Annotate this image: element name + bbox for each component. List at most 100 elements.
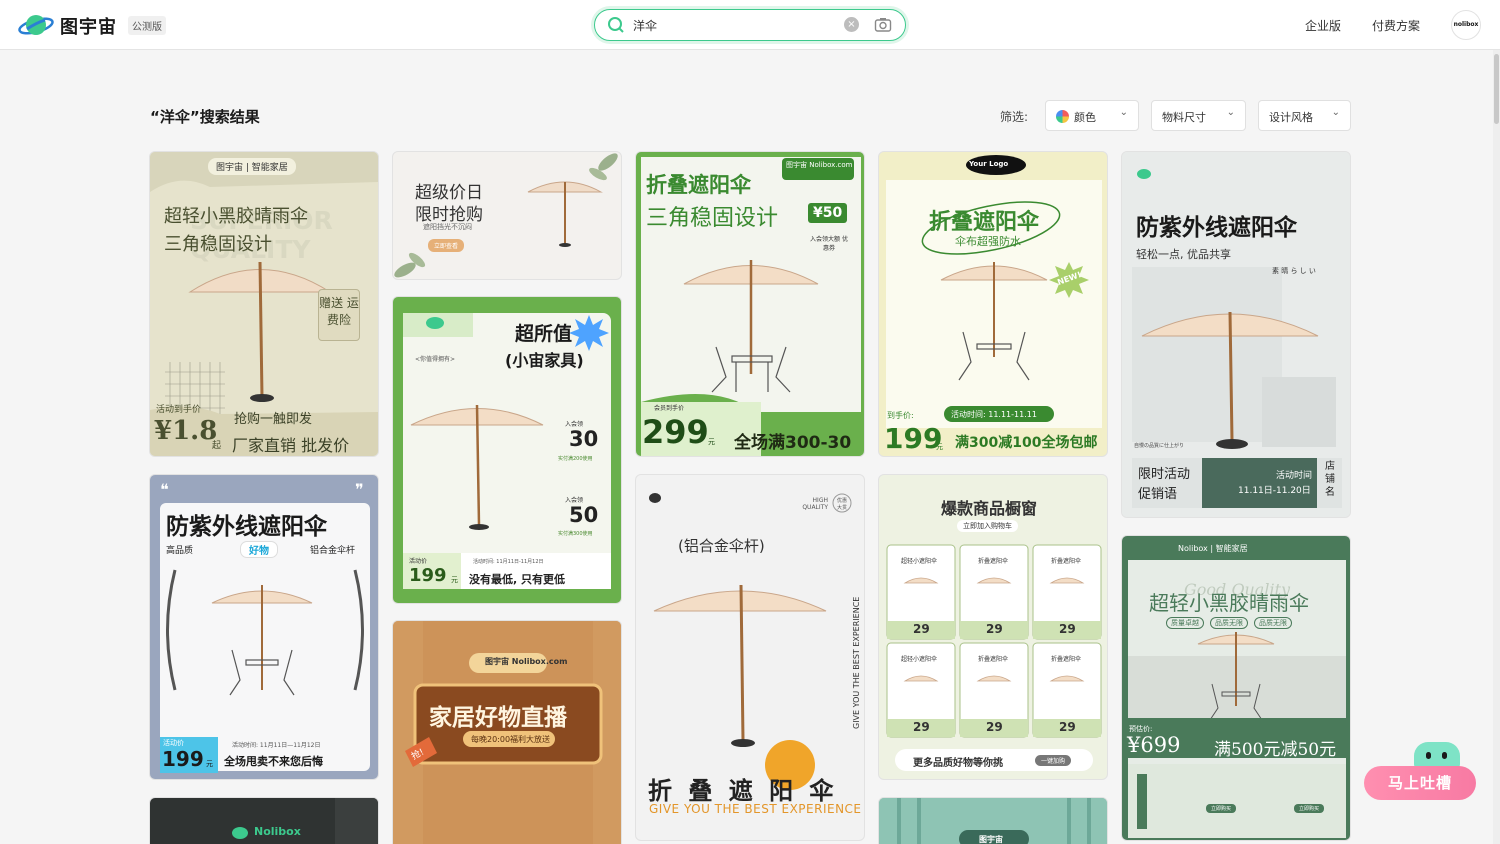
search-icon	[608, 17, 624, 33]
price: 199	[162, 747, 204, 771]
product-name: 超轻小遮阳伞	[901, 656, 938, 663]
search-input[interactable]	[633, 15, 833, 35]
price-label: 会员到手价	[654, 405, 685, 412]
slogan: 没有最低, 只有更低	[469, 573, 566, 586]
card-title: 折叠遮阳伞	[646, 173, 751, 197]
brand-name[interactable]: 图宇宙	[60, 13, 117, 39]
size-filter-label: 物料尺寸	[1162, 111, 1206, 124]
template-card[interactable]: 超级价日 限时抢购 遮阳挡光不沉闷 立即查看	[392, 151, 622, 280]
price: 199	[884, 422, 943, 455]
brand-badge: Nolibox | 智能家居	[1178, 544, 1248, 553]
feature-pill: 好物	[240, 541, 278, 558]
time-range: 活动时间: 11月11日—11月12日	[232, 742, 321, 749]
brand-badge: 图宇宙 | 智能家居	[208, 158, 296, 175]
scrollbar-thumb[interactable]	[1494, 54, 1499, 124]
price-label: 活动价	[409, 558, 428, 565]
time-range: 活动时间: 11月11日-11月12日	[473, 559, 544, 565]
template-card[interactable]: HIGH QUALITY 优惠 大贯 (铝合金伞杆) GIVE YOU THE …	[635, 474, 865, 841]
buy-button: 立即购买	[1206, 804, 1237, 813]
coupon-note: 实付满200使用	[558, 456, 593, 462]
product-price: 29	[913, 622, 930, 636]
card-caption: GIVE YOU THE BEST EXPERIENCE	[649, 802, 862, 816]
size-filter[interactable]: 物料尺寸 ⌄	[1151, 100, 1246, 131]
card-subtitle: (铝合金伞杆)	[678, 537, 765, 555]
price-unit: 元	[936, 443, 943, 451]
card-subtitle: 三角稳固设计	[646, 206, 779, 231]
time-label: 活动时间	[1276, 471, 1313, 481]
slogan: 全场甩卖不来您后悔	[224, 755, 323, 768]
card-title: 防紫外线遮阳伞	[1136, 215, 1297, 241]
card-caption: <你值得拥有>	[415, 356, 456, 363]
feature-label: 高品质	[166, 546, 194, 556]
template-card[interactable]: 图宇宙 | 智能家居 SUPERIOR QUALITY 超轻小黑胶晴雨伞 三角稳…	[149, 151, 379, 457]
coupon-note: 入会领大额 优惠券	[810, 236, 848, 252]
feature-tag: 品质无限	[1254, 617, 1292, 629]
template-card[interactable]: Your Logo 折叠遮阳伞 伞布超强防水 NEW! 到手价: 活动时间: 1…	[878, 151, 1108, 457]
planet-logo-icon[interactable]	[18, 11, 54, 39]
seal-stamp: 优惠 大贯	[836, 498, 847, 511]
template-card[interactable]: 图宇宙 Nolibox.com 家居好物直播 每晚20:00福利大放送 抢!	[392, 620, 622, 844]
page-scrollbar[interactable]	[1493, 50, 1500, 844]
gift-tag: 赠送 运费险	[318, 289, 360, 341]
template-card[interactable]: 防紫外线遮阳伞 轻松一点, 优品共享 素 晴 ら し い 自慢の品質に仕上がり …	[1121, 151, 1351, 518]
coupon-value: 30	[569, 427, 599, 451]
brand-badge: 图宇宙	[979, 835, 1003, 844]
template-card[interactable]: Nolibox	[149, 797, 379, 844]
style-filter[interactable]: 设计风格 ⌄	[1258, 100, 1351, 131]
view-button: 立即查看	[428, 239, 465, 252]
svg-text:❝: ❝	[160, 480, 169, 499]
card-title: 折 叠 遮 阳 伞	[648, 777, 838, 805]
results-title: “洋伞”搜索结果	[150, 108, 260, 126]
template-card[interactable]: 图宇宙	[878, 797, 1108, 844]
promo-line: 抢购一触即发	[234, 412, 313, 427]
card-subtitle: 三角稳固设计	[164, 234, 272, 255]
card-title: 折叠遮阳伞	[929, 210, 1040, 235]
price-unit: 元	[451, 576, 458, 584]
feature-label: 铝合金伞杆	[310, 546, 356, 556]
brand-badge: 图宇宙 Nolibox.com	[786, 161, 853, 169]
coupon-value: 50	[569, 503, 599, 527]
card-title: 超所值	[515, 323, 573, 345]
quality-label: HIGH QUALITY	[802, 497, 828, 511]
search-box[interactable]: ×	[594, 9, 906, 41]
product-name: 折叠遮阳伞	[1051, 656, 1082, 663]
product-name: 折叠遮阳伞	[978, 558, 1009, 565]
price: ¥699	[1127, 733, 1181, 757]
add-to-cart-button: 立即加入购物车	[957, 520, 1018, 532]
filter-label: 筛选:	[1000, 110, 1029, 124]
product-price: 29	[913, 720, 930, 734]
template-card[interactable]: 图宇宙 Nolibox.com 折叠遮阳伞 三角稳固设计 ¥50 入会领大额 优…	[635, 151, 865, 457]
feature-tag: 品质无限	[1210, 617, 1248, 629]
brand-badge: 图宇宙 Nolibox.com	[485, 657, 568, 666]
japanese-caption: 自慢の品質に仕上がり	[1134, 443, 1185, 449]
product-name: 折叠遮阳伞	[1051, 558, 1082, 565]
price: ¥1.8	[154, 416, 218, 446]
product-price: 29	[1059, 720, 1076, 734]
card-illustration	[393, 621, 621, 844]
price-unit: 起	[212, 441, 222, 451]
price: 299	[642, 413, 709, 451]
price-label: 活动到手价	[156, 405, 202, 415]
svg-text:❞: ❞	[355, 480, 364, 499]
coupon-note: 实付满300使用	[558, 531, 593, 537]
template-card[interactable]: Nolibox | 智能家居 Good Quality 超轻小黑胶晴雨伞 质量卓…	[1121, 535, 1351, 841]
template-card[interactable]: 爆款商品橱窗 立即加入购物车 超轻小遮阳伞 折叠遮阳伞 折叠遮阳伞 超轻小遮阳伞…	[878, 474, 1108, 780]
card-title: 家居好物直播	[429, 705, 567, 731]
camera-icon[interactable]	[874, 16, 892, 34]
brand-logo: Your Logo	[969, 160, 1009, 168]
feedback-button[interactable]: 马上吐槽	[1364, 742, 1476, 800]
clear-icon[interactable]: ×	[844, 17, 859, 32]
color-wheel-icon	[1056, 110, 1069, 123]
color-filter[interactable]: 颜色 ⌄	[1045, 100, 1139, 131]
color-filter-label: 颜色	[1074, 111, 1096, 124]
coupon-value: ¥50	[808, 203, 848, 223]
card-subtitle: 伞布超强防水	[955, 235, 1021, 248]
enterprise-link[interactable]: 企业版	[1305, 17, 1341, 34]
pricing-link[interactable]: 付费方案	[1372, 17, 1420, 34]
product-name: 折叠遮阳伞	[978, 656, 1009, 663]
avatar[interactable]: nolibox	[1451, 10, 1481, 40]
price-label: 到手价:	[887, 411, 914, 420]
cart-button: 一键加购	[1035, 755, 1072, 766]
template-card[interactable]: 超所值 (小宙家具) <你值得拥有> 入会领 30 实付满200使用 入会领 5…	[392, 296, 622, 604]
template-card[interactable]: ❝ ❞ 防紫外线遮阳伞 高品质 好物 铝合金伞杆 活动价 199 元 活动时间:…	[149, 474, 379, 780]
